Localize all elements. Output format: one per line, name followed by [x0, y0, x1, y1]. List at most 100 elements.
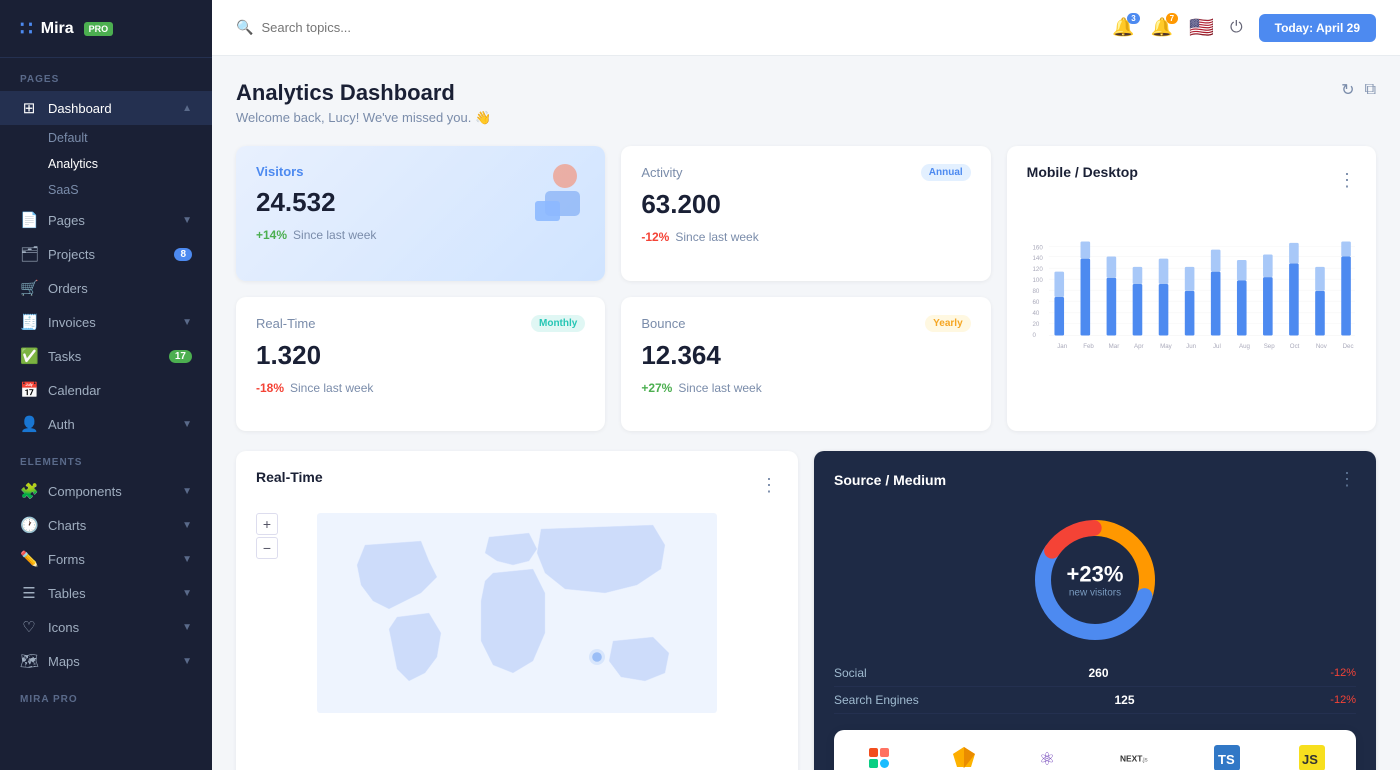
svg-text:⚛: ⚛: [1039, 749, 1055, 769]
source-rows: Social 260 -12% Search Engines 125 -12%: [834, 660, 1356, 714]
activity-header: Activity Annual: [641, 164, 970, 181]
notifications-button[interactable]: 🔔 3: [1112, 17, 1134, 38]
bounce-label: Bounce: [641, 316, 685, 331]
pages-chevron: ▼: [182, 215, 192, 226]
pages-label: Pages: [48, 213, 85, 228]
content-area: Analytics Dashboard Welcome back, Lucy! …: [212, 56, 1400, 770]
sidebar-item-orders[interactable]: 🛒 Orders: [0, 271, 212, 305]
sidebar-item-pages[interactable]: 📄 Pages ▼: [0, 203, 212, 237]
source-row-search: Search Engines 125 -12%: [834, 687, 1356, 714]
sub-item-saas[interactable]: SaaS: [0, 177, 212, 203]
refresh-button[interactable]: ↻: [1341, 80, 1354, 100]
activity-footer: -12% Since last week: [641, 230, 970, 244]
svg-text:Sep: Sep: [1263, 343, 1275, 350]
sidebar-item-dashboard[interactable]: ⊞ Dashboard ▲: [0, 91, 212, 125]
forms-chevron: ▼: [182, 554, 192, 565]
page-title: Analytics Dashboard: [236, 80, 491, 106]
header-actions: ↻ ⧉: [1341, 80, 1376, 100]
orders-icon: 🛒: [20, 279, 38, 297]
sidebar-item-forms[interactable]: ✏️ Forms ▼: [0, 542, 212, 576]
svg-text:160: 160: [1032, 245, 1043, 252]
sub-item-default[interactable]: Default: [0, 125, 212, 151]
main-area: 🔍 🔔 3 🔔 7 🇺🇸 ⏻ Today: April 29: [212, 0, 1400, 770]
map-more[interactable]: ⋮: [760, 475, 778, 496]
sketch-logo: [950, 744, 978, 770]
sidebar-item-tables[interactable]: ☰ Tables ▼: [0, 576, 212, 610]
section-label-elements: ELEMENTS: [0, 441, 212, 474]
tasks-badge: 17: [169, 350, 192, 363]
alerts-badge: 7: [1166, 13, 1178, 24]
icons-chevron: ▼: [182, 622, 192, 633]
stats-grid: Visitors 24.532 +14% Since last week Act…: [236, 146, 1376, 431]
source-row-social: Social 260 -12%: [834, 660, 1356, 687]
power-button[interactable]: ⏻: [1230, 19, 1243, 37]
map-zoom-in[interactable]: +: [256, 513, 278, 535]
tables-icon: ☰: [20, 584, 38, 602]
icons-label: Icons: [48, 620, 79, 635]
logo-text: Mira: [41, 20, 74, 38]
sidebar-item-maps[interactable]: 🗺 Maps ▼: [0, 644, 212, 678]
sub-item-analytics[interactable]: Analytics: [0, 151, 212, 177]
bounce-change: +27%: [641, 381, 672, 395]
sidebar-item-icons[interactable]: ♡ Icons ▼: [0, 610, 212, 644]
svg-text:120: 120: [1032, 266, 1043, 273]
donut-wrap: +23% new visitors: [834, 510, 1356, 650]
mobile-desktop-chart-svg: 160 140 120 100 80 60 40 20 0: [1027, 208, 1356, 408]
svg-text:Apr: Apr: [1134, 343, 1144, 350]
search-input[interactable]: [261, 20, 481, 35]
source-more[interactable]: ⋮: [1338, 469, 1356, 490]
sidebar: ∷ Mira PRO PAGES ⊞ Dashboard ▲ Default A…: [0, 0, 212, 770]
svg-text:Feb: Feb: [1083, 343, 1094, 350]
svg-text:.js: .js: [1141, 758, 1147, 764]
tasks-icon: ✅: [20, 347, 38, 365]
invoices-icon: 🧾: [20, 313, 38, 331]
topbar-actions: 🔔 3 🔔 7 🇺🇸 ⏻ Today: April 29: [1112, 14, 1376, 42]
svg-text:Aug: Aug: [1239, 343, 1251, 350]
javascript-logo: JS: [1298, 744, 1326, 770]
map-container: + −: [256, 513, 778, 718]
pro-badge: PRO: [84, 22, 114, 36]
sidebar-item-calendar[interactable]: 📅 Calendar: [0, 373, 212, 407]
bounce-change-label: Since last week: [678, 381, 761, 395]
realtime-label: Real-Time: [256, 316, 315, 331]
alerts-button[interactable]: 🔔 7: [1151, 17, 1173, 38]
svg-text:May: May: [1160, 343, 1173, 350]
today-button[interactable]: Today: April 29: [1259, 14, 1376, 42]
activity-value: 63.200: [641, 189, 970, 220]
language-selector[interactable]: 🇺🇸: [1189, 15, 1214, 40]
visitors-card: Visitors 24.532 +14% Since last week: [236, 146, 605, 281]
sidebar-item-components[interactable]: 🧩 Components ▼: [0, 474, 212, 508]
donut-label: new visitors: [1067, 588, 1124, 599]
sidebar-item-tasks[interactable]: ✅ Tasks 17: [0, 339, 212, 373]
svg-text:80: 80: [1032, 288, 1039, 295]
donut-center: +23% new visitors: [1067, 562, 1124, 599]
logos-panel: ⚛ NEXT .js TS: [834, 730, 1356, 770]
auth-label: Auth: [48, 417, 75, 432]
search-icon: 🔍: [236, 19, 253, 36]
maps-icon: 🗺: [20, 652, 38, 670]
tables-label: Tables: [48, 586, 86, 601]
charts-icon: 🕐: [20, 516, 38, 534]
map-controls: + −: [256, 513, 278, 559]
svg-text:20: 20: [1032, 321, 1039, 328]
sidebar-item-projects[interactable]: 🗂 Projects 8: [0, 237, 212, 271]
donut-container: +23% new visitors: [1025, 510, 1165, 650]
icons-icon: ♡: [20, 618, 38, 636]
map-header: Real-Time ⋮: [256, 469, 778, 501]
activity-change: -12%: [641, 230, 669, 244]
realtime-header: Real-Time Monthly: [256, 315, 585, 332]
components-label: Components: [48, 484, 122, 499]
sidebar-item-auth[interactable]: 👤 Auth ▼: [0, 407, 212, 441]
section-label-mira-pro: MIRA PRO: [0, 678, 212, 711]
svg-text:140: 140: [1032, 255, 1043, 262]
mobile-desktop-more[interactable]: ⋮: [1338, 170, 1356, 191]
mobile-desktop-title: Mobile / Desktop: [1027, 164, 1138, 180]
filter-button[interactable]: ⧉: [1365, 81, 1376, 99]
svg-text:Jan: Jan: [1057, 343, 1068, 350]
sidebar-item-invoices[interactable]: 🧾 Invoices ▼: [0, 305, 212, 339]
sidebar-item-charts[interactable]: 🕐 Charts ▼: [0, 508, 212, 542]
auth-icon: 👤: [20, 415, 38, 433]
dashboard-label: Dashboard: [48, 101, 112, 116]
svg-text:Oct: Oct: [1289, 343, 1299, 350]
map-zoom-out[interactable]: −: [256, 537, 278, 559]
